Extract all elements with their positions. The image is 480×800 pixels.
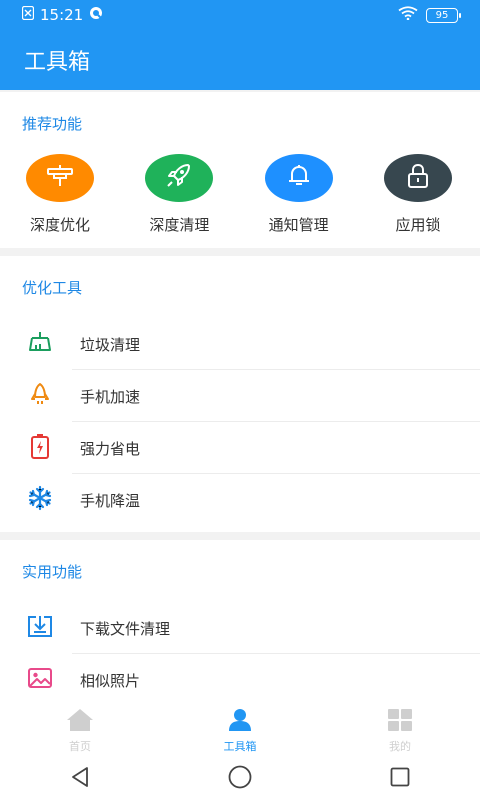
rocket-icon xyxy=(29,382,51,410)
status-bar: 15:21 95 xyxy=(0,0,480,30)
section-title-recommended: 推荐功能 xyxy=(22,114,83,133)
list-item-label: 垃圾清理 xyxy=(80,335,141,354)
battery-icon xyxy=(30,433,50,463)
app-bar: 工具箱 xyxy=(0,30,480,90)
rec-circle-deep-optimize xyxy=(26,154,94,202)
home-icon xyxy=(66,708,94,735)
section-title-optimize: 优化工具 xyxy=(22,278,83,297)
rec-label: 通知管理 xyxy=(268,216,329,234)
bottom-nav: 首页 工具箱 我的 xyxy=(0,704,480,758)
back-icon[interactable] xyxy=(68,765,92,793)
status-time: 15:21 xyxy=(40,6,84,24)
rec-label: 深度优化 xyxy=(29,216,90,234)
utility-section: 实用功能 下载文件清理 相似照片 xyxy=(0,540,480,704)
list-item-similar-photos[interactable]: 相似照片 xyxy=(0,654,480,706)
list-item-junk-clean[interactable]: 垃圾清理 xyxy=(0,318,480,370)
grid-icon xyxy=(386,708,414,735)
broom-icon xyxy=(27,331,53,357)
nav-item-home[interactable]: 首页 xyxy=(20,708,140,754)
battery-level: 95 xyxy=(435,9,449,21)
rec-label: 深度清理 xyxy=(149,216,210,234)
notification-icon xyxy=(89,6,103,24)
list-item-phone-speedup[interactable]: 手机加速 xyxy=(0,370,480,422)
rec-item-deep-optimize[interactable]: 深度优化 xyxy=(8,154,112,235)
section-title-utility: 实用功能 xyxy=(22,562,83,581)
battery-indicator: 95 xyxy=(426,7,461,23)
nav-label: 首页 xyxy=(69,740,91,753)
person-icon xyxy=(226,708,254,735)
system-nav-bar xyxy=(0,758,480,800)
rec-item-deep-clean[interactable]: 深度清理 xyxy=(127,154,231,235)
rec-label: 应用锁 xyxy=(395,216,441,234)
bell-icon xyxy=(286,163,312,193)
nav-item-toolbox[interactable]: 工具箱 xyxy=(180,708,300,754)
optimize-tools-section: 优化工具 垃圾清理 手机加速 强力省电 手机降温 xyxy=(0,256,480,532)
rec-circle-deep-clean xyxy=(145,154,214,202)
list-item-power-saving[interactable]: 强力省电 xyxy=(0,422,480,474)
recommended-section: 推荐功能 深度优化 深度清理 通知管理 应用锁 xyxy=(0,92,480,248)
list-item-label: 手机加速 xyxy=(80,387,141,406)
list-item-label: 手机降温 xyxy=(80,491,141,510)
list-item-label: 强力省电 xyxy=(80,439,141,458)
lock-icon xyxy=(406,163,430,193)
page-title: 工具箱 xyxy=(24,50,91,75)
list-item-label: 相似照片 xyxy=(80,671,141,690)
download-icon xyxy=(27,614,53,642)
recents-icon[interactable] xyxy=(388,765,412,793)
rec-circle-notification-manage xyxy=(264,154,333,202)
rocket-icon xyxy=(164,162,194,194)
image-icon xyxy=(27,667,53,693)
snowflake-icon xyxy=(27,485,53,515)
sim-icon xyxy=(21,5,35,24)
rec-circle-app-lock xyxy=(383,154,452,202)
rec-item-notification-manage[interactable]: 通知管理 xyxy=(247,154,351,235)
nav-item-mine[interactable]: 我的 xyxy=(340,708,460,754)
home-circle-icon[interactable] xyxy=(227,764,253,794)
rec-item-app-lock[interactable]: 应用锁 xyxy=(366,154,470,235)
wifi-icon xyxy=(398,6,418,24)
nav-label: 我的 xyxy=(389,740,411,753)
list-item-label: 下载文件清理 xyxy=(80,619,171,638)
list-item-download-clean[interactable]: 下载文件清理 xyxy=(0,602,480,654)
list-item-phone-cooling[interactable]: 手机降温 xyxy=(0,474,480,526)
sign-icon xyxy=(43,164,77,192)
nav-label: 工具箱 xyxy=(223,740,257,753)
